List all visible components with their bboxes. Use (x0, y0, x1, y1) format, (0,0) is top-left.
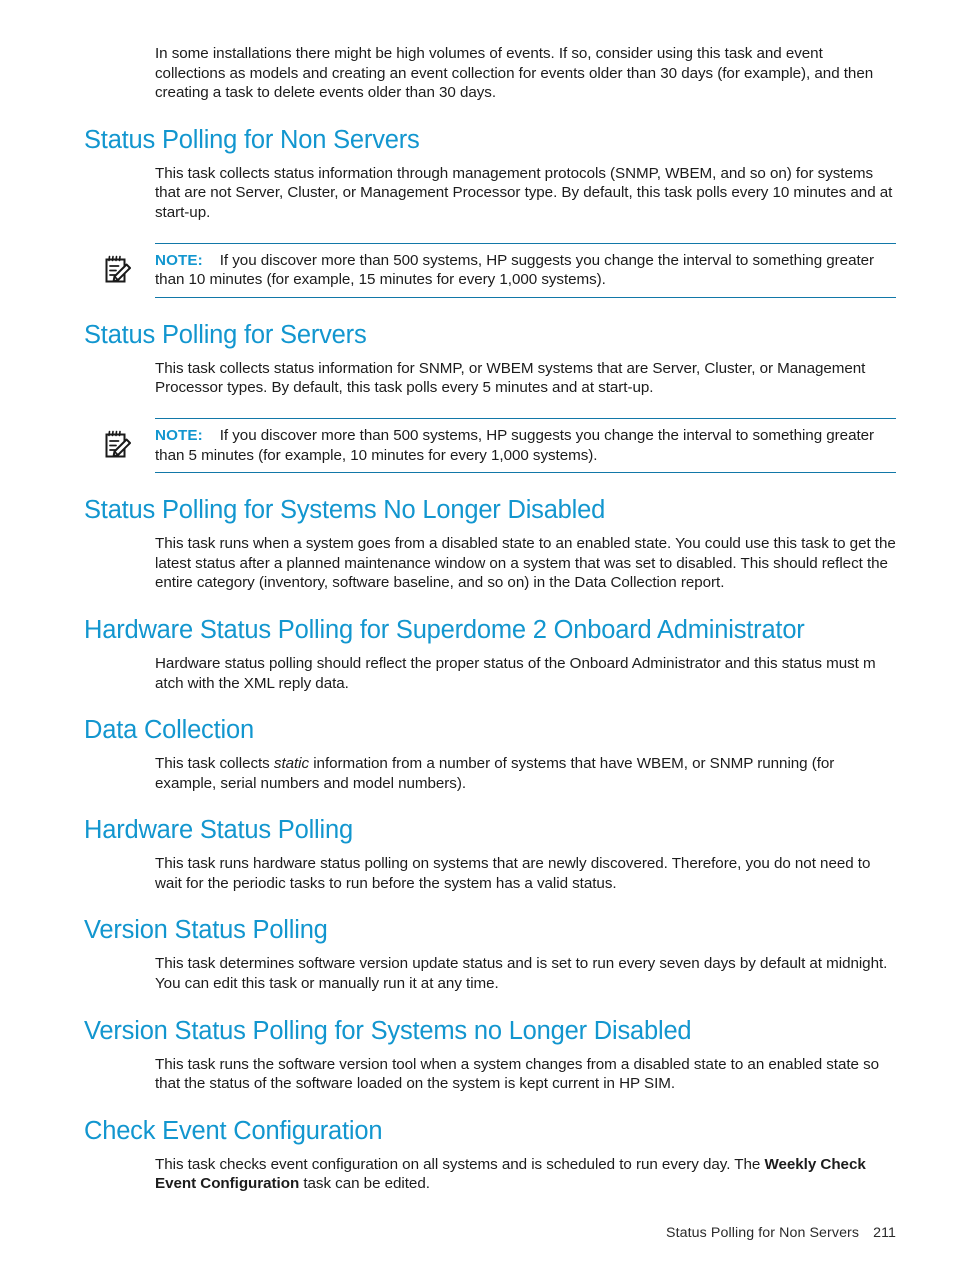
paragraph-hardware-status-polling-for-superdome-2-onboard-administrator: Hardware status polling should reflect t… (155, 654, 876, 692)
intro-paragraph: In some installations there might be hig… (155, 45, 874, 102)
paragraph-version-status-polling-for-systems-no-longer-disabled: This task runs the software version tool… (155, 1055, 880, 1093)
paragraph-status-polling-for-non-servers: This task collects status information th… (155, 164, 893, 221)
paragraph-check-event-configuration: This task checks event configuration on … (155, 1155, 896, 1194)
paragraph-text-part-2: task can be edited. (299, 1175, 430, 1193)
note-label: NOTE: (155, 251, 203, 269)
document-page: In some installations there might be hig… (0, 0, 954, 1271)
heading-version-status-polling-for-systems-no-longer-disabled: Version Status Polling for Systems no Lo… (84, 1016, 692, 1045)
footer-running-head: Status Polling for Non Servers (666, 1225, 860, 1241)
paragraph-version-status-polling: This task determines software version up… (155, 955, 888, 993)
heading-status-polling-for-servers: Status Polling for Servers (84, 320, 367, 349)
page-footer: Status Polling for Non Servers 211 (0, 1225, 896, 1241)
paragraph-hardware-status-polling: This task runs hardware status polling o… (155, 855, 871, 892)
page-content: In some installations there might be hig… (84, 44, 896, 1194)
paragraph-emphasis-static: static (273, 755, 310, 773)
note-label: NOTE: (155, 426, 203, 444)
heading-status-polling-for-systems-no-longer-disabled: Status Polling for Systems No Longer Dis… (84, 496, 606, 525)
heading-version-status-polling: Version Status Polling (84, 916, 328, 945)
note-text-block: NOTE: If you discover more than 500 syste… (155, 251, 896, 290)
paragraph-text-part-1: This task checks event configuration on … (155, 1155, 765, 1173)
heading-check-event-configuration: Check Event Configuration (84, 1116, 383, 1145)
footer-page-number: 211 (873, 1225, 896, 1241)
heading-hardware-status-polling-for-superdome-2-onboard-administrator: Hardware Status Polling for Superdome 2 … (84, 615, 805, 644)
note-pencil-pad-icon (102, 428, 134, 460)
heading-hardware-status-polling: Hardware Status Polling (84, 816, 353, 845)
note-text: If you discover more than 500 systems, H… (155, 426, 875, 464)
note-pencil-pad-icon (102, 253, 134, 285)
paragraph-data-collection: This task collects static information fr… (155, 754, 896, 793)
paragraph-text-part-1: This task collects (155, 755, 274, 773)
note-status-polling-for-servers: NOTE: If you discover more than 500 syste… (84, 417, 896, 474)
note-text-block: NOTE: If you discover more than 500 syste… (155, 426, 896, 465)
paragraph-status-polling-for-servers: This task collects status information fo… (155, 359, 866, 397)
note-status-polling-for-non-servers: NOTE: If you discover more than 500 syste… (84, 242, 896, 298)
heading-data-collection: Data Collection (84, 716, 254, 745)
heading-status-polling-for-non-servers: Status Polling for Non Servers (84, 125, 420, 154)
note-rule-container: NOTE: If you discover more than 500 syste… (155, 417, 896, 474)
note-text: If you discover more than 500 systems, H… (155, 251, 875, 289)
note-rule-container: NOTE: If you discover more than 500 syste… (155, 242, 896, 298)
paragraph-status-polling-for-systems-no-longer-disabled: This task runs when a system goes from a… (155, 535, 896, 592)
